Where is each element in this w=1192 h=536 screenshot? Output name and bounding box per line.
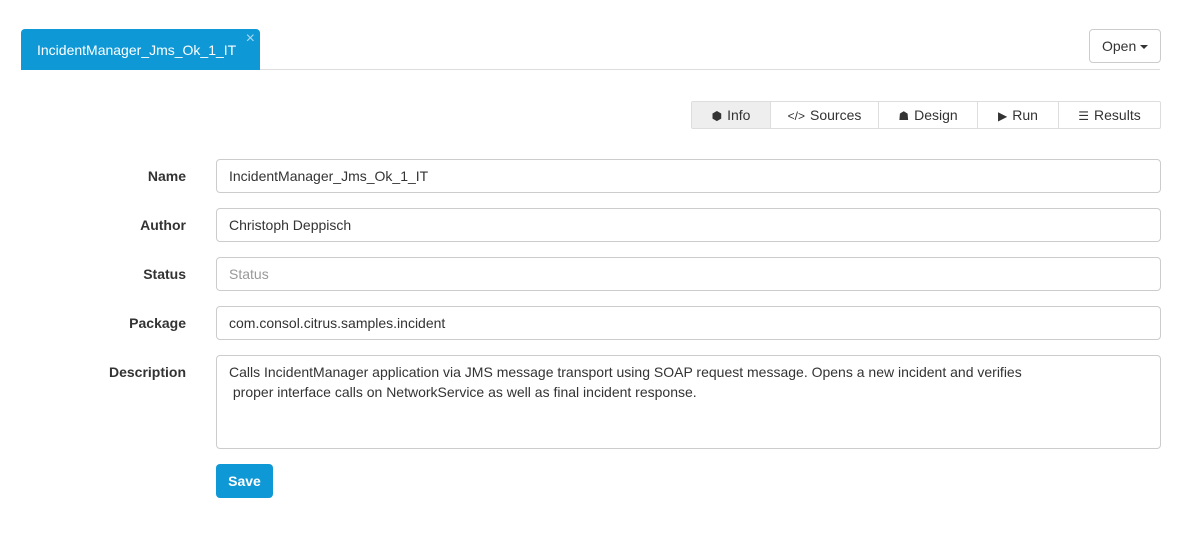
name-label: Name bbox=[147, 168, 186, 184]
status-label: Status bbox=[143, 266, 186, 282]
tab-label: Results bbox=[1094, 107, 1141, 123]
tab-info[interactable]: ⬢ Info bbox=[692, 102, 771, 128]
tab-label: Sources bbox=[810, 107, 862, 123]
tab-label: Run bbox=[1012, 107, 1038, 123]
save-button[interactable]: Save bbox=[216, 464, 273, 498]
view-tab-group: ⬢ Info </> Sources ☗ Design ▶ Run ☰ Results bbox=[691, 101, 1161, 129]
author-input[interactable]: Christoph Deppisch bbox=[216, 208, 1161, 242]
description-label: Description bbox=[108, 364, 186, 380]
name-input[interactable]: IncidentManager_Jms_Ok_1_IT bbox=[216, 159, 1161, 193]
close-icon[interactable]: × bbox=[246, 30, 255, 48]
open-dropdown-button[interactable]: Open bbox=[1089, 29, 1161, 63]
tab-label: Design bbox=[914, 107, 958, 123]
cube-icon: ⬢ bbox=[711, 109, 723, 123]
description-textarea[interactable]: Calls IncidentManager application via JM… bbox=[216, 355, 1161, 449]
test-tab[interactable]: IncidentManager_Jms_Ok_1_IT × bbox=[21, 29, 260, 70]
author-label: Author bbox=[140, 217, 186, 233]
tab-design[interactable]: ☗ Design bbox=[879, 102, 978, 128]
open-label: Open bbox=[1102, 38, 1137, 54]
tab-results[interactable]: ☰ Results bbox=[1059, 102, 1160, 128]
tab-sources[interactable]: </> Sources bbox=[771, 102, 879, 128]
package-label: Package bbox=[129, 315, 186, 331]
caret-down-icon bbox=[1140, 45, 1149, 50]
code-icon: </> bbox=[787, 109, 805, 123]
package-input[interactable]: com.consol.citrus.samples.incident bbox=[216, 306, 1161, 340]
tab-label: Info bbox=[727, 107, 751, 123]
tab-title: IncidentManager_Jms_Ok_1_IT bbox=[37, 42, 237, 58]
tab-divider bbox=[260, 69, 1160, 70]
sitemap-icon: ☗ bbox=[898, 109, 910, 123]
list-icon: ☰ bbox=[1078, 109, 1090, 123]
tab-run[interactable]: ▶ Run bbox=[978, 102, 1059, 128]
status-input[interactable]: Status bbox=[216, 257, 1161, 291]
play-circle-icon: ▶ bbox=[998, 109, 1008, 123]
